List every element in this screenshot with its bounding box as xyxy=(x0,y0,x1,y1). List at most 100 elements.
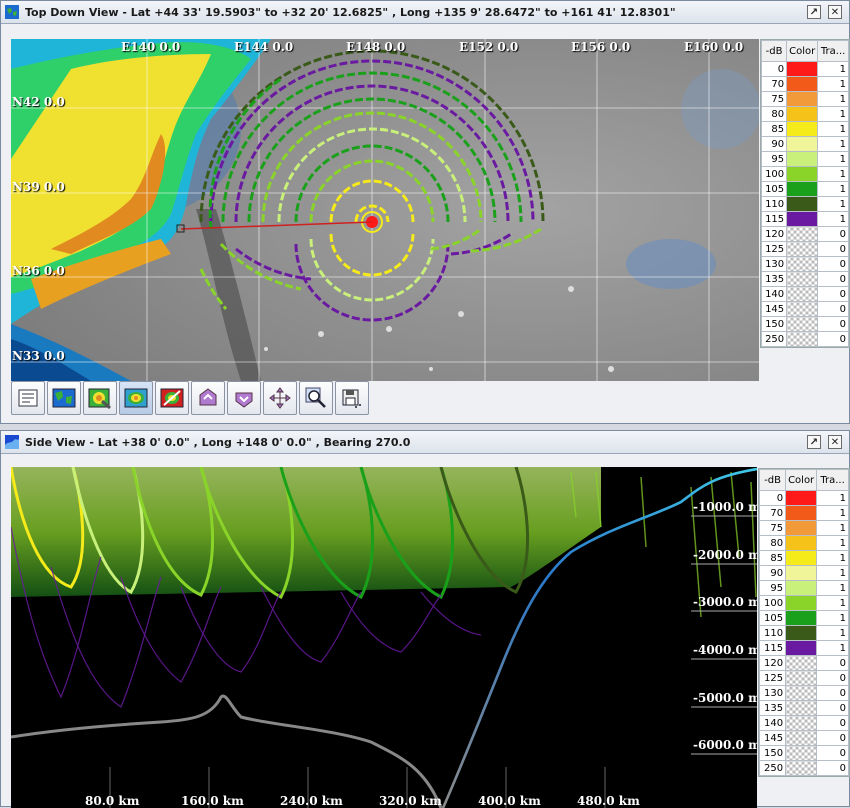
legend-db-cell[interactable]: 75 xyxy=(758,520,787,536)
top-legend-row[interactable]: 150 0 xyxy=(760,316,849,332)
legend-color-swatch[interactable] xyxy=(785,760,818,776)
legend-tra-cell[interactable]: 0 xyxy=(817,331,849,347)
legend-header-color[interactable]: Color xyxy=(785,469,818,491)
top-legend-row[interactable]: 135 0 xyxy=(760,271,849,287)
legend-tra-cell[interactable]: 0 xyxy=(817,316,849,332)
side-legend-row[interactable]: 115 1 xyxy=(758,640,849,656)
legend-tra-cell[interactable]: 1 xyxy=(816,535,849,551)
legend-color-swatch[interactable] xyxy=(786,271,819,287)
no-contour-button[interactable] xyxy=(155,381,189,415)
top-legend-row[interactable]: 100 1 xyxy=(760,166,849,182)
top-legend-row[interactable]: 250 0 xyxy=(760,331,849,347)
legend-db-cell[interactable]: 70 xyxy=(758,505,787,521)
side-undock-button[interactable]: ↗ xyxy=(807,435,821,449)
top-legend-row[interactable]: 85 1 xyxy=(760,121,849,137)
top-legend-row[interactable]: 120 0 xyxy=(760,226,849,242)
side-legend-row[interactable]: 125 0 xyxy=(758,670,849,686)
top-legend-row[interactable]: 80 1 xyxy=(760,106,849,122)
properties-button[interactable] xyxy=(11,381,45,415)
legend-color-swatch[interactable] xyxy=(785,490,818,506)
legend-db-cell[interactable]: 120 xyxy=(758,655,787,671)
legend-tra-cell[interactable]: 1 xyxy=(816,505,849,521)
legend-db-cell[interactable]: 120 xyxy=(760,226,788,242)
side-legend-row[interactable]: 100 1 xyxy=(758,595,849,611)
legend-db-cell[interactable]: 110 xyxy=(760,196,788,212)
legend-db-cell[interactable]: 0 xyxy=(758,490,787,506)
legend-db-cell[interactable]: 140 xyxy=(758,715,787,731)
side-legend-row[interactable]: 130 0 xyxy=(758,685,849,701)
legend-color-swatch[interactable] xyxy=(786,316,819,332)
legend-tra-cell[interactable]: 0 xyxy=(816,730,849,746)
side-legend-row[interactable]: 90 1 xyxy=(758,565,849,581)
top-legend-row[interactable]: 125 0 xyxy=(760,241,849,257)
legend-color-swatch[interactable] xyxy=(785,730,818,746)
legend-db-cell[interactable]: 80 xyxy=(758,535,787,551)
legend-color-swatch[interactable] xyxy=(786,226,819,242)
legend-db-cell[interactable]: 105 xyxy=(760,181,788,197)
legend-color-swatch[interactable] xyxy=(785,745,818,761)
map-button[interactable] xyxy=(47,381,81,415)
top-legend-row[interactable]: 105 1 xyxy=(760,181,849,197)
top-legend-table[interactable]: -dB Color Tra... 0 1 70 1 75 1 80 1 85 1 90 1 95 1 100 1 10… xyxy=(760,39,850,348)
legend-tra-cell[interactable]: 1 xyxy=(816,610,849,626)
legend-tra-cell[interactable]: 0 xyxy=(817,226,849,242)
legend-header-tra[interactable]: Tra... xyxy=(817,40,849,62)
legend-tra-cell[interactable]: 0 xyxy=(816,700,849,716)
side-legend-row[interactable]: 105 1 xyxy=(758,610,849,626)
legend-color-swatch[interactable] xyxy=(785,625,818,641)
legend-db-cell[interactable]: 145 xyxy=(758,730,787,746)
legend-color-swatch[interactable] xyxy=(786,166,819,182)
legend-tra-cell[interactable]: 1 xyxy=(817,136,849,152)
legend-color-swatch[interactable] xyxy=(785,685,818,701)
legend-color-swatch[interactable] xyxy=(785,520,818,536)
zoom-button[interactable] xyxy=(299,381,333,415)
legend-color-swatch[interactable] xyxy=(785,640,818,656)
zoom-map-button[interactable] xyxy=(83,381,117,415)
legend-tra-cell[interactable]: 0 xyxy=(816,655,849,671)
contour-button[interactable] xyxy=(119,381,153,415)
legend-tra-cell[interactable]: 1 xyxy=(816,520,849,536)
top-legend-row[interactable]: 115 1 xyxy=(760,211,849,227)
side-legend-row[interactable]: 150 0 xyxy=(758,745,849,761)
close-button[interactable]: ✕ xyxy=(828,5,842,19)
legend-color-swatch[interactable] xyxy=(786,181,819,197)
top-legend-row[interactable]: 110 1 xyxy=(760,196,849,212)
top-legend-row[interactable]: 01 xyxy=(760,61,849,77)
legend-db-cell[interactable]: 105 xyxy=(758,610,787,626)
legend-db-cell[interactable]: 250 xyxy=(758,760,787,776)
legend-color-swatch[interactable] xyxy=(786,286,819,302)
legend-color-swatch[interactable] xyxy=(786,121,819,137)
legend-db-cell[interactable]: 90 xyxy=(760,136,788,152)
legend-color-swatch[interactable] xyxy=(785,580,818,596)
side-legend-row[interactable]: 75 1 xyxy=(758,520,849,536)
legend-color-swatch[interactable] xyxy=(785,715,818,731)
legend-header-color[interactable]: Color xyxy=(786,40,819,62)
side-legend-row[interactable]: 110 1 xyxy=(758,625,849,641)
legend-db-cell[interactable]: 145 xyxy=(760,301,788,317)
legend-tra-cell[interactable]: 0 xyxy=(816,760,849,776)
legend-db-cell[interactable]: 150 xyxy=(758,745,787,761)
legend-db-cell[interactable]: 140 xyxy=(760,286,788,302)
legend-tra-cell[interactable]: 1 xyxy=(817,151,849,167)
side-legend-row[interactable]: 85 1 xyxy=(758,550,849,566)
legend-tra-cell[interactable]: 1 xyxy=(817,121,849,137)
legend-color-swatch[interactable] xyxy=(785,535,818,551)
side-legend-row[interactable]: 135 0 xyxy=(758,700,849,716)
top-legend-row[interactable]: 145 0 xyxy=(760,301,849,317)
legend-db-cell[interactable]: 250 xyxy=(760,331,788,347)
legend-color-swatch[interactable] xyxy=(786,241,819,257)
top-legend-row[interactable]: 75 1 xyxy=(760,91,849,107)
legend-tra-cell[interactable]: 1 xyxy=(816,490,849,506)
legend-color-swatch[interactable] xyxy=(786,196,819,212)
legend-color-swatch[interactable] xyxy=(786,61,819,77)
top-legend-row[interactable]: 70 1 xyxy=(760,76,849,92)
legend-tra-cell[interactable]: 0 xyxy=(816,715,849,731)
legend-color-swatch[interactable] xyxy=(785,595,818,611)
legend-tra-cell[interactable]: 1 xyxy=(816,580,849,596)
legend-tra-cell[interactable]: 0 xyxy=(817,301,849,317)
legend-color-swatch[interactable] xyxy=(786,106,819,122)
side-legend-row[interactable]: 140 0 xyxy=(758,715,849,731)
side-legend-table[interactable]: -dB Color Tra... 0 1 70 1 75 1 80 1 85 1 90 1 95 1 100 1 10… xyxy=(758,468,850,777)
legend-tra-cell[interactable]: 1 xyxy=(817,106,849,122)
legend-tra-cell[interactable]: 1 xyxy=(817,166,849,182)
